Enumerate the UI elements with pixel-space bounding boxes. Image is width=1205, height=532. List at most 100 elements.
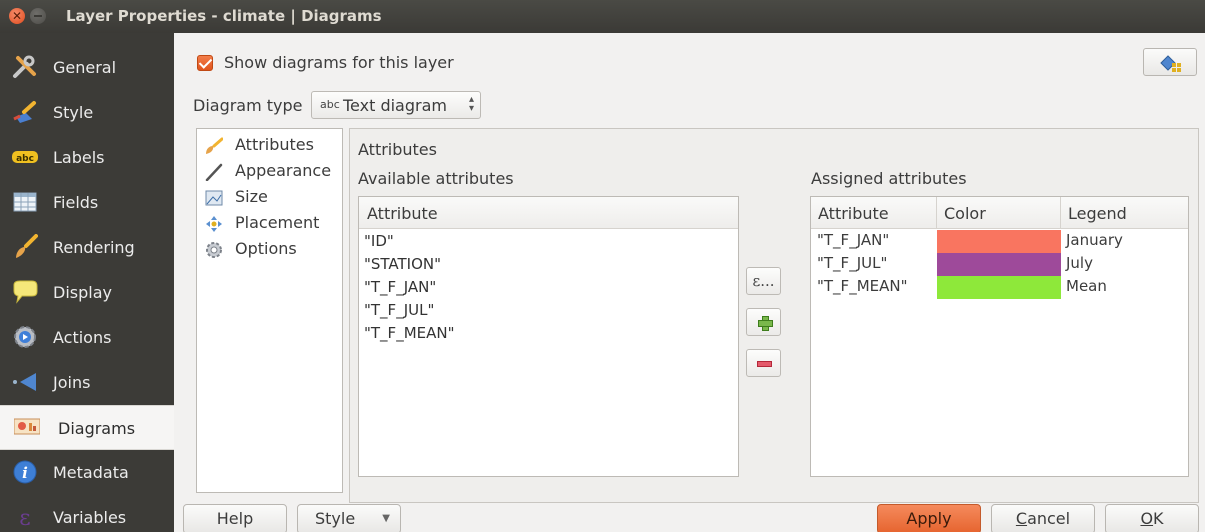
sidebar-item-fields[interactable]: Fields bbox=[0, 180, 174, 225]
spinner-arrows-icon: ▴ ▾ bbox=[468, 94, 474, 114]
pen-icon bbox=[205, 163, 223, 181]
expression-button-label: ε... bbox=[752, 272, 775, 290]
show-diagrams-label[interactable]: Show diagrams for this layer bbox=[224, 53, 454, 72]
available-attributes-list[interactable]: Attribute "ID" "STATION" "T_F_JAN" "T_F_… bbox=[358, 196, 739, 477]
sidebar-item-label: Joins bbox=[53, 373, 91, 392]
cell-attribute: "T_F_JUL" bbox=[817, 254, 888, 272]
svg-text:abc: abc bbox=[16, 154, 34, 164]
sidebar-item-diagrams[interactable]: Diagrams bbox=[0, 405, 174, 450]
subnav-item-size[interactable]: Size bbox=[203, 185, 341, 211]
column-header-label: Attribute bbox=[818, 204, 889, 223]
sidebar-item-actions[interactable]: Actions bbox=[0, 315, 174, 360]
cancel-button[interactable]: Cancel bbox=[991, 504, 1095, 532]
apply-button[interactable]: Apply bbox=[877, 504, 981, 532]
sidebar-item-labels[interactable]: abc Labels bbox=[0, 135, 174, 180]
cell-legend[interactable]: Mean bbox=[1066, 277, 1107, 295]
sidebar-item-joins[interactable]: Joins bbox=[0, 360, 174, 405]
list-item[interactable]: "STATION" bbox=[364, 255, 441, 277]
column-header-attribute[interactable]: Attribute bbox=[811, 197, 937, 229]
style-menu-button[interactable]: Style ▼ bbox=[297, 504, 401, 532]
epsilon-icon: ε bbox=[19, 506, 30, 530]
sidebar-item-style[interactable]: Style bbox=[0, 90, 174, 135]
subnav-item-appearance[interactable]: Appearance bbox=[203, 159, 341, 185]
sidebar-item-general[interactable]: General bbox=[0, 45, 174, 90]
subnav-item-label: Placement bbox=[235, 213, 320, 232]
list-item[interactable]: "T_F_JAN" bbox=[364, 278, 436, 300]
svg-text:i: i bbox=[22, 464, 28, 482]
subnav-item-label: Appearance bbox=[235, 161, 332, 180]
subnav-item-options[interactable]: Options bbox=[203, 237, 341, 263]
minimize-window-button[interactable] bbox=[30, 8, 46, 24]
assigned-attributes-table[interactable]: Attribute Color Legend "T_F_JAN" January… bbox=[810, 196, 1189, 477]
ok-mnemonic: O bbox=[1140, 509, 1154, 528]
cell-attribute: "T_F_MEAN" bbox=[817, 277, 908, 295]
list-item[interactable]: "T_F_MEAN" bbox=[364, 324, 455, 346]
list-item[interactable]: "T_F_JUL" bbox=[364, 301, 434, 323]
add-attribute-button[interactable] bbox=[746, 308, 781, 336]
sidebar-item-label: Metadata bbox=[53, 463, 129, 482]
diagram-type-label: Diagram type bbox=[193, 96, 303, 115]
sidebar-item-label: Diagrams bbox=[58, 419, 136, 438]
table-row[interactable]: "T_F_MEAN" Mean bbox=[811, 276, 1188, 299]
ok-button[interactable]: OK bbox=[1105, 504, 1199, 532]
column-header-color[interactable]: Color bbox=[937, 197, 1061, 229]
cell-legend[interactable]: July bbox=[1066, 254, 1093, 272]
sidebar-item-variables[interactable]: ε Variables bbox=[0, 495, 174, 532]
cell-color-swatch[interactable] bbox=[937, 253, 1061, 276]
sidebar-item-label: Display bbox=[53, 283, 112, 302]
column-header-legend[interactable]: Legend bbox=[1061, 197, 1188, 229]
cell-color-swatch[interactable] bbox=[937, 230, 1061, 253]
table-header: Attribute Color Legend bbox=[811, 197, 1188, 229]
table-row[interactable]: "T_F_JUL" July bbox=[811, 253, 1188, 276]
remove-attribute-button[interactable] bbox=[746, 349, 781, 377]
sidebar-item-label: Rendering bbox=[53, 238, 135, 257]
svg-text:ε: ε bbox=[19, 506, 30, 530]
cell-legend[interactable]: January bbox=[1066, 231, 1123, 249]
sidebar-item-display[interactable]: Display bbox=[0, 270, 174, 315]
sidebar-item-metadata[interactable]: i Metadata bbox=[0, 450, 174, 495]
assigned-attributes-title: Assigned attributes bbox=[811, 169, 967, 188]
text-diagram-icon: abc bbox=[320, 98, 340, 111]
subnav-item-label: Attributes bbox=[235, 135, 314, 154]
sidebar-item-rendering[interactable]: Rendering bbox=[0, 225, 174, 270]
diagram-settings-list: Attributes Appearance Size Placement Opt… bbox=[196, 128, 343, 493]
style-button-label: Style bbox=[315, 509, 356, 528]
subnav-item-attributes[interactable]: Attributes bbox=[203, 133, 341, 159]
diagram-type-select[interactable]: abc Text diagram ▴ ▾ bbox=[311, 91, 481, 119]
cell-color-swatch[interactable] bbox=[937, 276, 1061, 299]
column-header-attribute[interactable]: Attribute bbox=[359, 197, 738, 229]
subnav-item-label: Size bbox=[235, 187, 268, 206]
chevron-down-icon: ▼ bbox=[382, 513, 390, 524]
joins-icon bbox=[13, 373, 36, 391]
subnav-item-label: Options bbox=[235, 239, 297, 258]
show-diagrams-checkbox[interactable] bbox=[197, 55, 213, 71]
table-fields-icon bbox=[13, 192, 37, 212]
sidebar-item-label: General bbox=[53, 58, 117, 77]
brush-icon bbox=[206, 137, 223, 154]
sidebar: General Style abc Labels Fields Renderin… bbox=[0, 33, 174, 532]
cancel-mnemonic: C bbox=[1015, 509, 1028, 528]
table-row[interactable]: "T_F_JAN" January bbox=[811, 230, 1188, 253]
size-icon bbox=[205, 190, 223, 206]
list-item[interactable]: "ID" bbox=[364, 232, 394, 254]
subnav-item-placement[interactable]: Placement bbox=[203, 211, 341, 237]
sidebar-item-label: Fields bbox=[53, 193, 99, 212]
ok-label-rest: K bbox=[1153, 509, 1164, 528]
minus-icon bbox=[757, 361, 772, 367]
help-button[interactable]: Help bbox=[183, 504, 287, 532]
info-icon: i bbox=[13, 460, 37, 484]
sidebar-item-label: Variables bbox=[53, 508, 127, 527]
close-window-button[interactable]: ✕ bbox=[9, 8, 25, 24]
expression-button[interactable]: ε... bbox=[746, 267, 781, 295]
diagram-icon bbox=[14, 418, 40, 435]
brush-icon bbox=[16, 234, 38, 258]
plus-icon bbox=[758, 316, 773, 331]
sidebar-item-label: Labels bbox=[53, 148, 105, 167]
options-gear-icon bbox=[206, 242, 222, 258]
style-manager-button[interactable] bbox=[1143, 48, 1197, 76]
column-header-label: Color bbox=[944, 204, 986, 223]
placement-icon bbox=[206, 216, 222, 232]
available-attributes-title: Available attributes bbox=[358, 169, 514, 188]
speech-bubble-icon bbox=[13, 280, 38, 304]
sidebar-item-label: Actions bbox=[53, 328, 112, 347]
